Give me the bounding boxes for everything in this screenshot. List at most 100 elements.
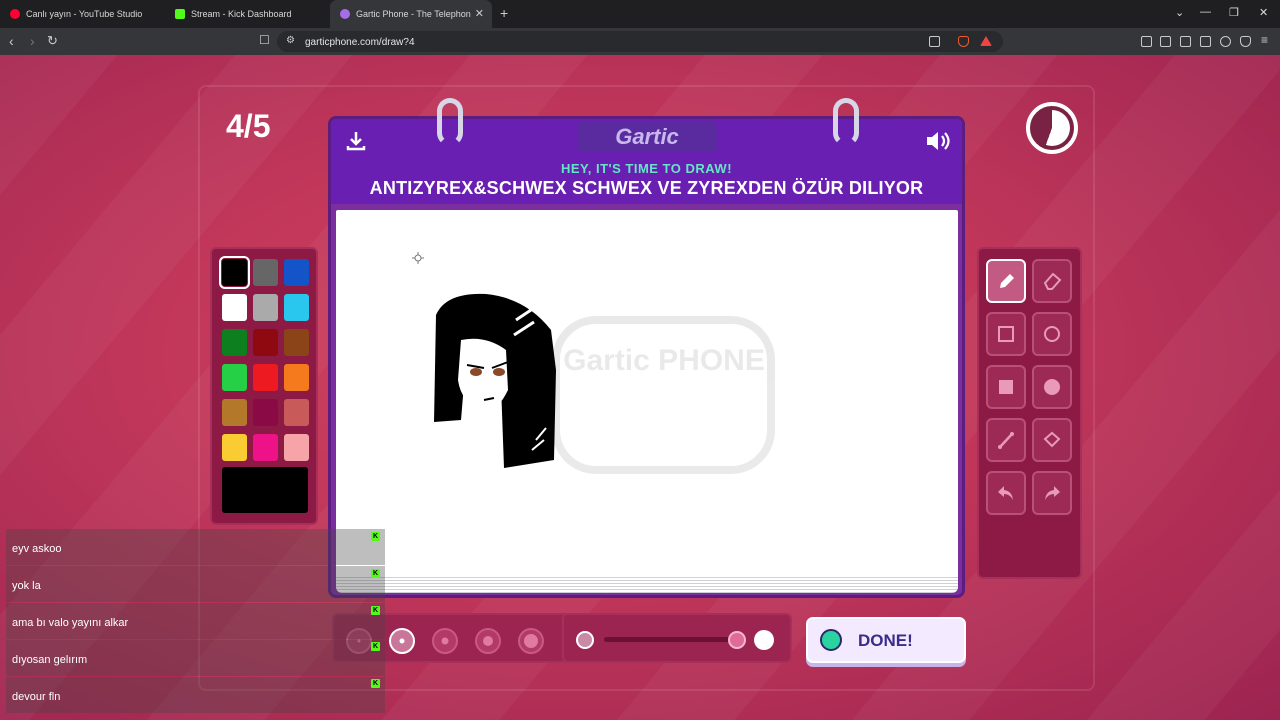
leo-ai-icon[interactable] — [1220, 36, 1231, 47]
color-swatch[interactable] — [284, 294, 309, 321]
speaker-icon[interactable] — [924, 129, 952, 153]
tab-title: Stream - Kick Dashboard — [191, 9, 292, 19]
color-swatch[interactable] — [284, 399, 309, 426]
undo-icon — [998, 486, 1013, 500]
game-page: 4/5 Gartic HEY, IT'S TIME TO DRAW! ANTIZ… — [0, 55, 1280, 720]
gartic-icon — [340, 9, 350, 19]
bucket-tool-button[interactable] — [1032, 418, 1072, 462]
opacity-max-icon — [754, 630, 774, 650]
circle-fill-tool-button[interactable] — [1032, 365, 1072, 409]
translate-icon[interactable] — [929, 36, 940, 47]
prompt-text: ANTIZYREX&SCHWEX SCHWEX VE ZYREXDEN ÖZÜR… — [369, 178, 924, 198]
redo-button[interactable] — [1032, 471, 1072, 515]
url-text[interactable]: garticphone.com/draw?4 — [305, 37, 415, 48]
crosshair-cursor-icon — [412, 251, 424, 264]
eraser-tool-button[interactable] — [1032, 259, 1072, 303]
close-tab-icon[interactable]: ✕ — [475, 7, 484, 20]
circle-outline-tool-button[interactable] — [1032, 312, 1072, 356]
timer-icon — [1026, 102, 1078, 154]
chat-message-text: eyv askoo — [12, 543, 62, 555]
undo-button[interactable] — [986, 471, 1026, 515]
eraser-icon — [1043, 272, 1062, 290]
tab-search-icon[interactable]: ⌄ — [1175, 6, 1184, 19]
color-swatch[interactable] — [284, 364, 309, 391]
opacity-min-icon — [576, 631, 594, 649]
rectangle-outline-tool-button[interactable] — [986, 312, 1026, 356]
minimize-icon[interactable]: — — [1200, 6, 1211, 18]
color-swatch[interactable] — [284, 329, 309, 356]
color-swatch[interactable] — [253, 364, 278, 391]
rectangle-fill-tool-button[interactable] — [986, 365, 1026, 409]
close-window-icon[interactable]: ✕ — [1259, 6, 1268, 19]
line-tool-button[interactable] — [986, 418, 1026, 462]
forward-icon[interactable]: › — [30, 33, 35, 49]
extensions-icon[interactable] — [1141, 36, 1152, 47]
brush-size-2[interactable] — [389, 628, 415, 654]
color-swatch[interactable] — [253, 294, 278, 321]
brave-shield-icon[interactable] — [958, 36, 969, 47]
done-label: DONE! — [858, 631, 913, 650]
color-swatch[interactable] — [253, 399, 278, 426]
bookmark-icon[interactable]: ☐ — [259, 33, 270, 47]
done-button[interactable]: DONE! — [806, 617, 966, 663]
binder-ring-left — [437, 98, 463, 146]
menu-icon[interactable]: ≡ — [1261, 33, 1268, 47]
page-stack — [336, 575, 958, 593]
chat-message-text: yok la — [12, 580, 41, 592]
line-icon — [998, 432, 1014, 449]
reload-icon[interactable]: ↻ — [47, 33, 58, 49]
color-swatch[interactable] — [222, 399, 247, 426]
rewards-icon[interactable] — [980, 36, 992, 46]
vpn-icon[interactable] — [1240, 36, 1251, 47]
chat-message: eyv askoo — [6, 529, 385, 565]
gartic-logo: Gartic — [577, 122, 717, 152]
rectangle-fill-icon — [999, 380, 1013, 394]
site-info-icon[interactable]: ⚙ — [286, 35, 295, 46]
color-swatch[interactable] — [253, 434, 278, 461]
youtube-icon — [10, 9, 20, 19]
color-swatch[interactable] — [222, 434, 247, 461]
color-swatch[interactable] — [284, 434, 309, 461]
drawing-canvas[interactable]: Gartic PHONE — [336, 210, 958, 580]
color-swatch[interactable] — [222, 294, 247, 321]
current-color-preview — [222, 467, 308, 513]
wallet-icon[interactable] — [1200, 36, 1211, 47]
brush-size-4[interactable] — [475, 628, 501, 654]
pen-tool-button[interactable] — [986, 259, 1026, 303]
sidebar-icon[interactable] — [1180, 36, 1191, 47]
back-icon[interactable]: ‹ — [9, 33, 14, 49]
tool-panel — [977, 247, 1082, 579]
watermark-text: Gartic PHONE — [563, 344, 765, 377]
color-swatch[interactable] — [222, 329, 247, 356]
chat-message-text: ama bı valo yayını alkar — [12, 617, 129, 629]
binder-ring-right — [833, 98, 859, 146]
color-swatch[interactable] — [253, 259, 278, 286]
chat-message-text: devour fln — [12, 691, 61, 703]
watermark-logo: Gartic PHONE — [552, 316, 775, 474]
kick-badge-icon: K — [371, 532, 380, 541]
brush-size-5[interactable] — [518, 628, 544, 654]
color-swatch[interactable] — [219, 256, 250, 289]
opacity-slider-track[interactable] — [604, 637, 736, 642]
draw-instruction: HEY, IT'S TIME TO DRAW! — [560, 161, 733, 176]
board-header: Gartic HEY, IT'S TIME TO DRAW! ANTIZYREX… — [331, 119, 962, 204]
downloads-icon[interactable] — [1160, 36, 1171, 47]
brush-size-3[interactable] — [432, 628, 458, 654]
chat-message: devour fln — [6, 677, 385, 713]
pen-icon — [1000, 274, 1014, 288]
tab-gartic-phone[interactable]: Gartic Phone - The Telephone G ✕ — [330, 0, 492, 28]
color-palette — [210, 247, 318, 525]
kick-badge-icon: K — [371, 569, 380, 578]
bucket-icon — [1043, 431, 1061, 448]
color-swatch[interactable] — [222, 364, 247, 391]
tab-youtube-studio[interactable]: Canlı yayın - YouTube Studio — [0, 0, 165, 28]
tab-kick-dashboard[interactable]: Stream - Kick Dashboard — [165, 0, 330, 28]
restore-icon[interactable]: ❐ — [1229, 6, 1239, 19]
opacity-slider-handle[interactable] — [728, 631, 746, 649]
color-swatch[interactable] — [253, 329, 278, 356]
tab-bar: Canlı yayın - YouTube Studio Stream - Ki… — [0, 0, 1280, 28]
color-swatch[interactable] — [284, 259, 309, 286]
download-icon[interactable] — [345, 130, 367, 152]
new-tab-icon[interactable]: + — [500, 5, 508, 21]
check-icon — [820, 629, 842, 651]
